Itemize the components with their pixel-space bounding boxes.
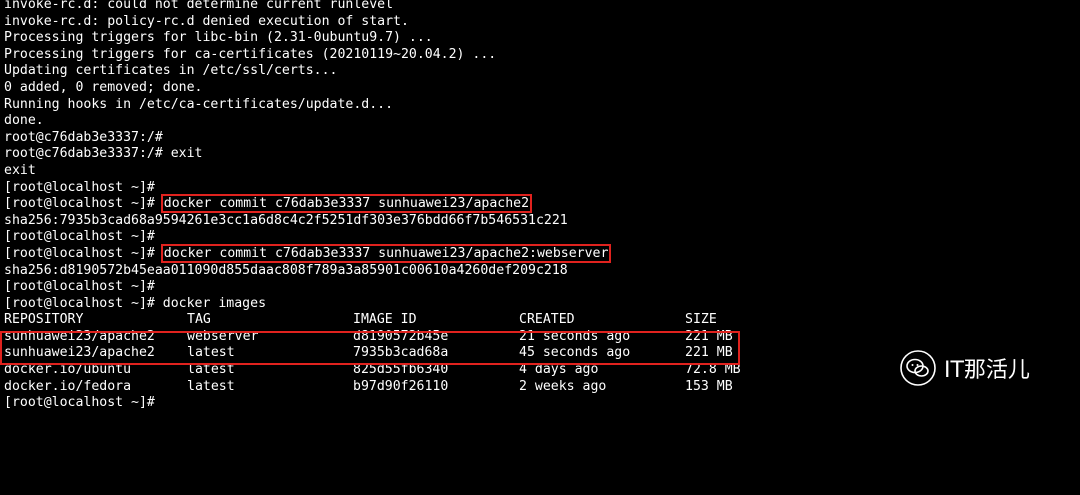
col-header-tag: TAG <box>187 312 211 328</box>
commit-output: sha256:7935b3cad68a9594261e3cc1a6d8c4c2f… <box>4 212 568 228</box>
highlight-box-new-images <box>0 331 740 365</box>
terminal-line: Processing triggers for libc-bin (2.31-0… <box>4 30 433 46</box>
col-header-image-id: IMAGE ID <box>353 312 417 328</box>
shell-prompt: [root@localhost ~]# <box>4 245 163 261</box>
cell-repository: docker.io/fedora <box>4 378 132 394</box>
highlighted-commit-command: docker commit c76dab3e3337 sunhuawei23/a… <box>160 194 533 214</box>
terminal-line: root@c76dab3e3337:/# <box>4 129 163 145</box>
shell-prompt: [root@localhost ~]# <box>4 196 163 212</box>
cell-image-id: b97d90f26110 <box>353 378 449 394</box>
terminal-line: invoke-rc.d: could not determine current… <box>4 0 394 12</box>
terminal-line: invoke-rc.d: policy-rc.d denied executio… <box>4 13 409 29</box>
images-table-header: REPOSITORY TAG IMAGE ID CREATED SIZE <box>4 312 1074 329</box>
col-header-repository: REPOSITORY <box>4 312 84 328</box>
cell-tag: latest <box>187 378 235 394</box>
col-header-size: SIZE <box>685 312 717 328</box>
commit-tag-output: sha256:d8190572b45eaa011090d855daac808f7… <box>4 262 568 278</box>
shell-prompt-line: [root@localhost ~]# <box>4 395 155 411</box>
terminal-line: exit <box>4 162 36 178</box>
commit-tag-command-line: [root@localhost ~]# docker commit c76dab… <box>4 243 1074 263</box>
highlighted-commit-tag-command: docker commit c76dab3e3337 sunhuawei23/a… <box>160 243 612 263</box>
terminal-line: Updating certificates in /etc/ssl/certs.… <box>4 63 338 79</box>
terminal-line: [root@localhost ~]# <box>4 179 155 195</box>
terminal-line: Processing triggers for ca-certificates … <box>4 46 497 62</box>
watermark-text: IT那活儿 <box>944 358 1030 383</box>
docker-images-command: [root@localhost ~]# docker images <box>4 295 267 311</box>
terminal-line: [root@localhost ~]# <box>4 229 155 245</box>
terminal-line: Running hooks in /etc/ca-certificates/up… <box>4 96 394 112</box>
wechat-icon <box>900 350 936 386</box>
cell-created: 2 weeks ago <box>519 378 607 394</box>
terminal-line: done. <box>4 113 44 129</box>
terminal-line: [root@localhost ~]# <box>4 279 155 295</box>
terminal-line: 0 added, 0 removed; done. <box>4 79 203 95</box>
cell-size: 153 MB <box>685 378 733 394</box>
watermark: IT那活儿 <box>900 350 1030 386</box>
col-header-created: CREATED <box>519 312 575 328</box>
commit-command-line: [root@localhost ~]# docker commit c76dab… <box>4 194 1074 214</box>
terminal-line: root@c76dab3e3337:/# exit <box>4 146 203 162</box>
